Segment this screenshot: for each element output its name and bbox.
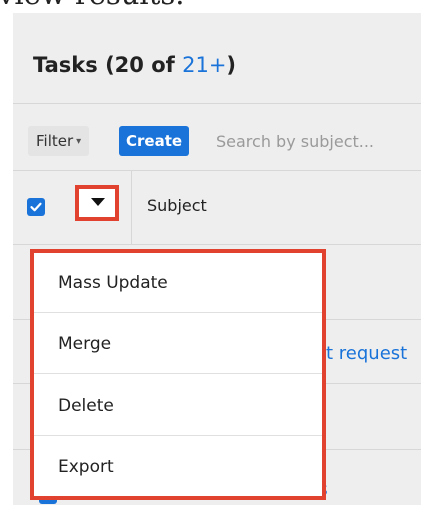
menu-item-mass-update[interactable]: Mass Update	[34, 253, 322, 313]
table-header-row: Subject	[13, 171, 421, 244]
list-view-panel: Tasks (20 of 21+) Filter▾ Create Subject	[13, 13, 421, 505]
toolbar: Filter ▾ Create	[13, 117, 421, 167]
divider	[13, 103, 421, 104]
chevron-down-icon: ▾	[76, 136, 82, 147]
task-subject-link[interactable]: t request	[326, 343, 407, 364]
page-title: Tasks (20 of 21+)	[33, 53, 236, 77]
check-icon	[30, 202, 42, 212]
menu-item-merge[interactable]: Merge	[34, 314, 322, 374]
page-title-label: Tasks	[33, 53, 98, 77]
actions-menu: Mass Update Merge Delete Export	[30, 249, 326, 500]
list-header: Tasks (20 of 21+)	[13, 43, 421, 103]
caret-down-icon	[91, 198, 105, 206]
actions-dropdown-toggle[interactable]	[75, 185, 119, 221]
select-all-checkbox[interactable]	[27, 198, 45, 216]
create-button[interactable]: Create	[119, 126, 190, 156]
search-input[interactable]	[201, 126, 421, 156]
cropped-caption: view results.	[0, 0, 184, 11]
divider	[13, 244, 421, 245]
count-suffix: )	[226, 53, 237, 77]
total-count-link[interactable]: 21+	[182, 53, 226, 77]
column-divider	[131, 171, 132, 244]
subject-column-header[interactable]: Subject	[147, 196, 207, 215]
count-prefix: (20 of	[105, 53, 183, 77]
filter-button[interactable]: Filter ▾	[28, 126, 90, 156]
filter-label: Filter	[36, 132, 74, 150]
menu-item-delete[interactable]: Delete	[34, 376, 322, 436]
menu-item-export[interactable]: Export	[34, 437, 322, 497]
